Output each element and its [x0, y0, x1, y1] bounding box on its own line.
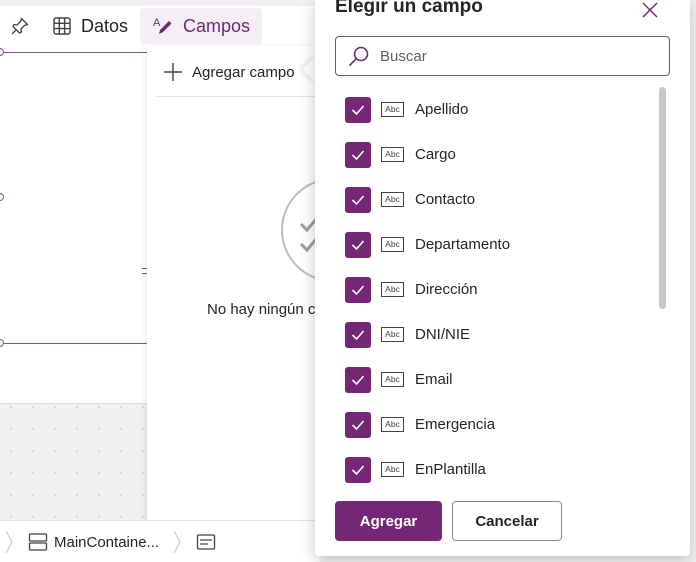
fields-tab-label: Campos	[183, 15, 251, 36]
svg-text:A: A	[153, 17, 161, 29]
list-scrollbar[interactable]	[659, 87, 666, 309]
text-type-icon: Abc	[381, 102, 404, 117]
field-row[interactable]: Abc Emergencia	[315, 402, 660, 447]
field-row[interactable]: Abc Apellido	[315, 87, 660, 132]
checkmark-icon	[351, 329, 365, 340]
dialog-title: Elegir un campo	[335, 0, 483, 17]
breadcrumb-main-container-label: MainContaine...	[54, 533, 160, 551]
breadcrumb-main-container[interactable]: MainContaine...	[28, 531, 159, 553]
checkmark-icon	[351, 239, 365, 250]
field-checkbox[interactable]	[345, 276, 371, 303]
field-label: Dirección	[415, 281, 478, 298]
text-type-icon: Abc	[381, 192, 404, 207]
text-type-icon: Abc	[381, 237, 404, 252]
field-checkbox[interactable]	[345, 96, 371, 123]
checkmark-icon	[351, 464, 365, 475]
search-input[interactable]	[380, 41, 669, 71]
text-type-icon: Abc	[381, 147, 404, 162]
cancel-button[interactable]: Cancelar	[452, 501, 562, 541]
table-icon	[53, 17, 71, 35]
field-row[interactable]: Abc Cargo	[315, 132, 660, 177]
container-icon	[28, 533, 48, 551]
field-label: DNI/NIE	[415, 326, 471, 343]
plus-icon	[164, 63, 182, 81]
resize-handle-top[interactable]	[0, 48, 4, 56]
field-label: Apellido	[415, 101, 469, 118]
field-label: Emergencia	[415, 416, 496, 433]
data-tab-button[interactable]: Datos	[40, 8, 140, 44]
checkmark-icon	[351, 284, 365, 295]
close-icon	[642, 2, 658, 18]
add-button[interactable]: Agregar	[335, 501, 442, 541]
field-checkbox[interactable]	[345, 186, 371, 213]
checkmark-icon	[351, 419, 365, 430]
close-button[interactable]	[639, 0, 661, 20]
pen-field-icon: A	[153, 17, 172, 34]
breadcrumb: MainContaine...	[0, 520, 320, 562]
resize-handle-bottom[interactable]	[0, 339, 4, 347]
field-label: EnPlantilla	[415, 461, 486, 478]
text-type-icon: Abc	[381, 282, 404, 297]
choose-field-dialog: Elegir un campo Abc Apellido Abc Cargo	[315, 0, 690, 556]
resize-handle-middle[interactable]	[0, 193, 4, 201]
search-field[interactable]	[335, 36, 670, 76]
field-checkbox[interactable]	[345, 141, 371, 168]
field-checkbox[interactable]	[345, 366, 371, 393]
pin-button[interactable]	[0, 6, 40, 46]
text-type-icon: Abc	[381, 372, 404, 387]
field-label: Cargo	[415, 146, 456, 163]
field-checkbox[interactable]	[345, 231, 371, 258]
chevron-right-icon	[173, 531, 181, 553]
form-icon	[196, 534, 216, 550]
field-label: Departamento	[415, 236, 511, 253]
text-type-icon: Abc	[381, 462, 404, 477]
form-toolbar: Datos A Campos	[0, 6, 330, 46]
fields-pane: Agregar campo No hay ningún c	[147, 46, 385, 546]
checkmark-icon	[351, 149, 365, 160]
chevron-right-icon	[5, 531, 13, 553]
checkmark-icon	[351, 194, 365, 205]
field-label: Contacto	[415, 191, 476, 208]
add-field-label: Agregar campo	[192, 63, 295, 81]
text-type-icon: Abc	[381, 417, 404, 432]
dialog-footer: Agregar Cancelar	[335, 501, 562, 541]
fields-tab-button[interactable]: A Campos	[140, 8, 263, 44]
field-checkbox[interactable]	[345, 411, 371, 438]
field-row[interactable]: Abc Contacto	[315, 177, 660, 222]
field-row[interactable]: Abc Dirección	[315, 267, 660, 312]
field-label: Email	[415, 371, 453, 388]
field-row[interactable]: Abc DNI/NIE	[315, 312, 660, 357]
field-checkbox[interactable]	[345, 456, 371, 483]
empty-state-text: No hay ningún c	[207, 301, 316, 318]
search-icon	[349, 46, 369, 66]
breadcrumb-form[interactable]	[196, 531, 216, 553]
checkmark-icon	[351, 104, 365, 115]
field-row[interactable]: Abc Departamento	[315, 222, 660, 267]
add-field-button[interactable]: Agregar campo	[157, 54, 327, 90]
field-row[interactable]: Abc EnPlantilla	[315, 447, 660, 491]
field-list: Abc Apellido Abc Cargo Abc Contacto Abc …	[315, 87, 660, 491]
pin-icon	[11, 17, 29, 35]
text-type-icon: Abc	[381, 327, 404, 342]
data-tab-label: Datos	[81, 15, 129, 36]
field-row[interactable]: Abc Email	[315, 357, 660, 402]
checkmark-icon	[351, 374, 365, 385]
field-checkbox[interactable]	[345, 321, 371, 348]
divider	[157, 96, 327, 97]
